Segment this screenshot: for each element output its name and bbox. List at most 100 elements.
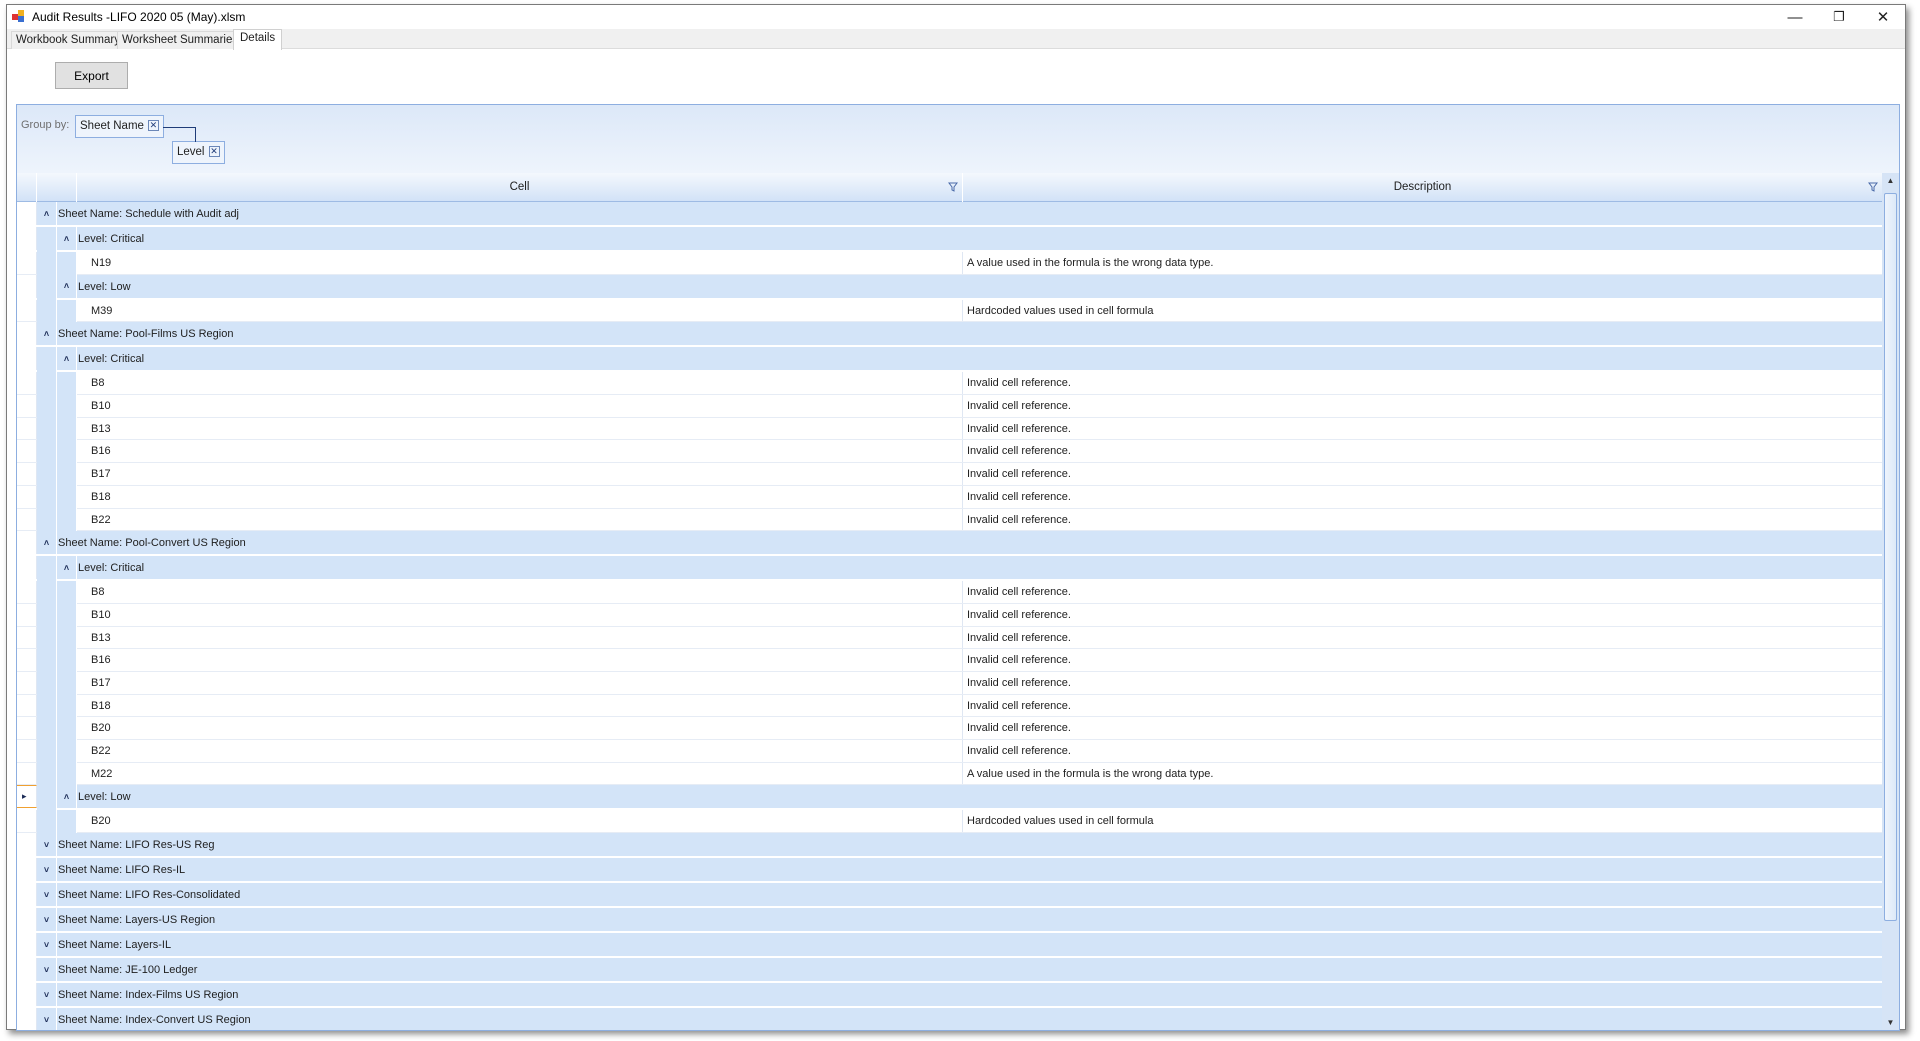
cell-value[interactable]: B20 bbox=[91, 722, 111, 734]
scroll-up-icon[interactable]: ▲ bbox=[1882, 173, 1899, 189]
cell-value[interactable]: B18 bbox=[91, 491, 111, 503]
expand-icon[interactable]: ˅ bbox=[37, 1008, 57, 1030]
description-value[interactable]: Invalid cell reference. bbox=[967, 654, 1071, 666]
level-group-row[interactable]: ˄ Level: Critical bbox=[17, 556, 1883, 582]
tab-worksheet-summaries[interactable]: Worksheet Summaries bbox=[117, 31, 244, 49]
data-row[interactable]: B20 Hardcoded values used in cell formula bbox=[17, 810, 1883, 834]
group-chip-level[interactable]: Level ✕ bbox=[172, 141, 225, 164]
remove-icon[interactable]: ✕ bbox=[147, 120, 159, 131]
column-header-cell[interactable]: Cell bbox=[77, 173, 963, 202]
cell-value[interactable]: B16 bbox=[91, 654, 111, 666]
description-value[interactable]: Invalid cell reference. bbox=[967, 722, 1071, 734]
collapse-icon[interactable]: ˄ bbox=[57, 347, 77, 371]
data-row[interactable]: M39 Hardcoded values used in cell formula bbox=[17, 299, 1883, 323]
description-value[interactable]: A value used in the formula is the wrong… bbox=[967, 768, 1213, 780]
group-row[interactable]: ˅ Sheet Name: Layers-IL bbox=[17, 933, 1883, 959]
group-row[interactable]: ˄ Sheet Name: Pool-Convert US Region bbox=[17, 531, 1883, 557]
collapse-icon[interactable]: ˄ bbox=[37, 202, 57, 225]
cell-value[interactable]: B22 bbox=[91, 745, 111, 757]
description-value[interactable]: Invalid cell reference. bbox=[967, 609, 1071, 621]
data-row[interactable]: N19 A value used in the formula is the wr… bbox=[17, 252, 1883, 275]
level-group-row[interactable]: ˄ Level: Low bbox=[17, 274, 1883, 300]
data-row[interactable]: B8 Invalid cell reference. bbox=[17, 581, 1883, 604]
data-row[interactable]: B18 Invalid cell reference. bbox=[17, 694, 1883, 718]
collapse-icon[interactable]: ˄ bbox=[37, 531, 57, 555]
cell-value[interactable]: B8 bbox=[91, 377, 104, 389]
cell-value[interactable]: B17 bbox=[91, 677, 111, 689]
group-row[interactable]: ˅ Sheet Name: Index-Convert US Region bbox=[17, 1008, 1883, 1030]
expand-icon[interactable]: ˅ bbox=[37, 933, 57, 957]
data-row[interactable]: B10 Invalid cell reference. bbox=[17, 395, 1883, 418]
collapse-icon[interactable]: ˄ bbox=[57, 274, 77, 298]
expand-icon[interactable]: ˅ bbox=[37, 908, 57, 932]
group-row[interactable]: ˄ Sheet Name: Pool-Films US Region bbox=[17, 322, 1883, 348]
funnel-icon[interactable] bbox=[1868, 182, 1878, 192]
cell-value[interactable]: B13 bbox=[91, 632, 111, 644]
description-value[interactable]: Invalid cell reference. bbox=[967, 491, 1071, 503]
group-row[interactable]: ˅ Sheet Name: Layers-US Region bbox=[17, 908, 1883, 934]
remove-icon[interactable]: ✕ bbox=[208, 146, 220, 157]
cell-value[interactable]: M39 bbox=[91, 305, 112, 317]
description-value[interactable]: Hardcoded values used in cell formula bbox=[967, 305, 1154, 317]
data-row[interactable]: B17 Invalid cell reference. bbox=[17, 463, 1883, 486]
data-row[interactable]: B18 Invalid cell reference. bbox=[17, 485, 1883, 509]
column-header-description[interactable]: Description bbox=[963, 173, 1883, 202]
export-button[interactable]: Export bbox=[55, 62, 128, 89]
description-value[interactable]: A value used in the formula is the wrong… bbox=[967, 257, 1213, 269]
data-row[interactable]: B22 Invalid cell reference. bbox=[17, 740, 1883, 763]
description-value[interactable]: Invalid cell reference. bbox=[967, 677, 1071, 689]
group-row[interactable]: ˅ Sheet Name: JE-100 Ledger bbox=[17, 958, 1883, 984]
vertical-scrollbar[interactable]: ▲ ▼ bbox=[1882, 173, 1899, 1030]
description-value[interactable]: Invalid cell reference. bbox=[967, 377, 1071, 389]
cell-value[interactable]: B20 bbox=[91, 815, 111, 827]
minimize-icon[interactable]: — bbox=[1773, 5, 1817, 29]
cell-value[interactable]: M22 bbox=[91, 768, 112, 780]
group-row[interactable]: ˅ Sheet Name: LIFO Res-IL bbox=[17, 858, 1883, 884]
scroll-down-icon[interactable]: ▼ bbox=[1882, 1015, 1899, 1030]
level-group-row[interactable]: ▸ ˄ Level: Low bbox=[17, 785, 1883, 811]
data-row[interactable]: B17 Invalid cell reference. bbox=[17, 671, 1883, 695]
description-value[interactable]: Invalid cell reference. bbox=[967, 468, 1071, 480]
expand-icon[interactable]: ˅ bbox=[37, 833, 57, 857]
data-row[interactable]: B13 Invalid cell reference. bbox=[17, 626, 1883, 650]
collapse-icon[interactable]: ˄ bbox=[37, 322, 57, 346]
description-value[interactable]: Invalid cell reference. bbox=[967, 514, 1071, 526]
data-row[interactable]: B10 Invalid cell reference. bbox=[17, 603, 1883, 627]
description-value[interactable]: Invalid cell reference. bbox=[967, 632, 1071, 644]
data-row[interactable]: B20 Invalid cell reference. bbox=[17, 717, 1883, 740]
tab-workbook-summary[interactable]: Workbook Summary bbox=[11, 31, 125, 49]
data-row[interactable]: B16 Invalid cell reference. bbox=[17, 649, 1883, 672]
description-value[interactable]: Invalid cell reference. bbox=[967, 423, 1071, 435]
group-row[interactable]: ˅ Sheet Name: LIFO Res-Consolidated bbox=[17, 883, 1883, 909]
cell-value[interactable]: B17 bbox=[91, 468, 111, 480]
description-value[interactable]: Invalid cell reference. bbox=[967, 400, 1071, 412]
cell-value[interactable]: B10 bbox=[91, 400, 111, 412]
collapse-icon[interactable]: ˄ bbox=[57, 227, 77, 250]
cell-value[interactable]: B18 bbox=[91, 700, 111, 712]
expand-icon[interactable]: ˅ bbox=[37, 858, 57, 882]
funnel-icon[interactable] bbox=[948, 182, 958, 192]
collapse-icon[interactable]: ˄ bbox=[57, 556, 77, 580]
cell-value[interactable]: N19 bbox=[91, 257, 111, 269]
expand-icon[interactable]: ˅ bbox=[37, 958, 57, 982]
description-value[interactable]: Hardcoded values used in cell formula bbox=[967, 815, 1154, 827]
group-row[interactable]: ˅ Sheet Name: Index-Films US Region bbox=[17, 983, 1883, 1009]
data-row[interactable]: B13 Invalid cell reference. bbox=[17, 417, 1883, 441]
group-chip-sheet-name[interactable]: Sheet Name ✕ bbox=[75, 115, 164, 138]
data-row[interactable]: M22 A value used in the formula is the wr… bbox=[17, 762, 1883, 786]
cell-value[interactable]: B8 bbox=[91, 586, 104, 598]
expand-icon[interactable]: ˅ bbox=[37, 883, 57, 907]
restore-icon[interactable]: ❐ bbox=[1817, 5, 1861, 29]
description-value[interactable]: Invalid cell reference. bbox=[967, 586, 1071, 598]
cell-value[interactable]: B10 bbox=[91, 609, 111, 621]
data-row[interactable]: B8 Invalid cell reference. bbox=[17, 372, 1883, 396]
tab-details[interactable]: Details bbox=[233, 29, 283, 50]
cell-value[interactable]: B22 bbox=[91, 514, 111, 526]
level-group-row[interactable]: ˄ Level: Critical bbox=[17, 347, 1883, 373]
group-row[interactable]: ˄ Sheet Name: Schedule with Audit adj bbox=[17, 202, 1883, 227]
level-group-row[interactable]: ˄ Level: Critical bbox=[17, 227, 1883, 252]
close-icon[interactable]: ✕ bbox=[1861, 5, 1905, 29]
cell-value[interactable]: B16 bbox=[91, 445, 111, 457]
data-row[interactable]: B22 Invalid cell reference. bbox=[17, 508, 1883, 532]
description-value[interactable]: Invalid cell reference. bbox=[967, 745, 1071, 757]
